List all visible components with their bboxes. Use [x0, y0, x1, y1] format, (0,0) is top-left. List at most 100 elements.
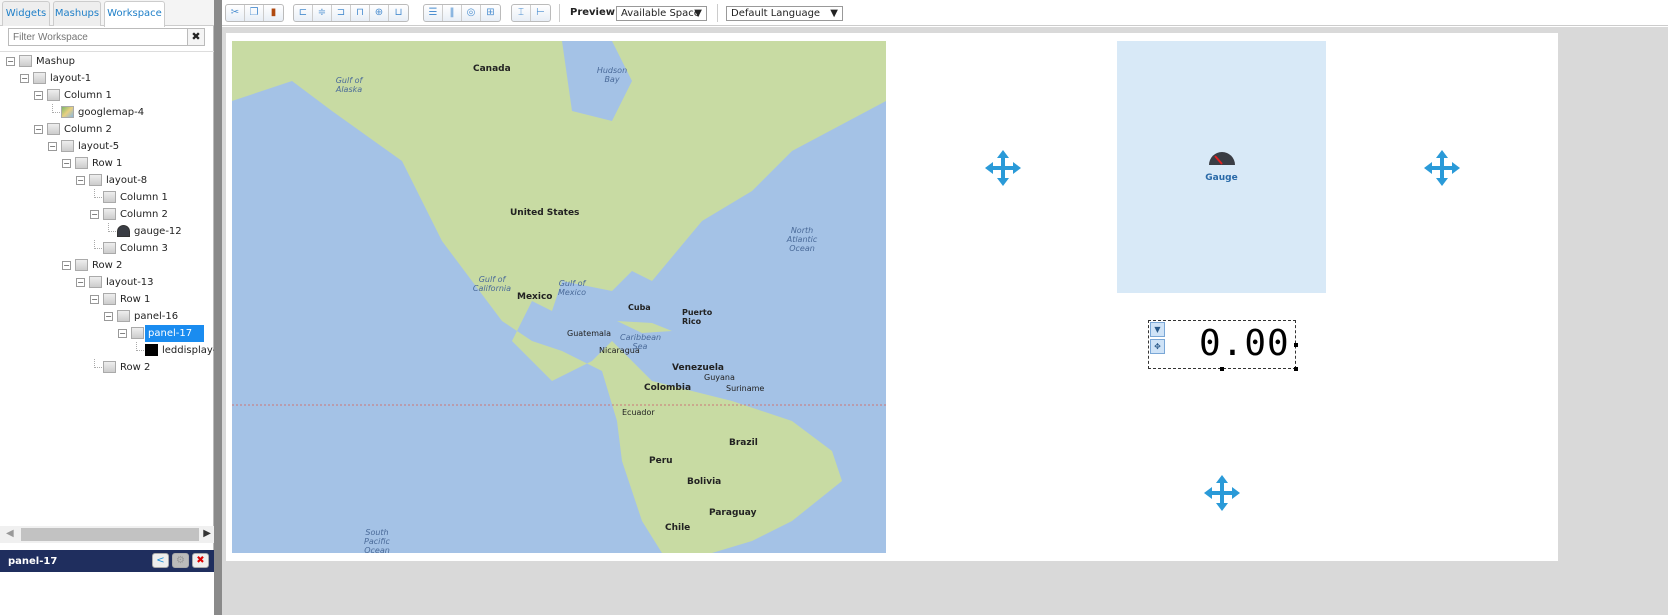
- tree-node[interactable]: googlemap-4: [0, 104, 214, 121]
- align-bottom-icon[interactable]: ⊔: [389, 5, 408, 21]
- panel-splitter[interactable]: [214, 0, 222, 615]
- map-label: Suriname: [726, 384, 765, 393]
- tree-node[interactable]: − Column 1: [0, 87, 214, 104]
- collapse-icon[interactable]: −: [76, 176, 85, 185]
- googlemap-widget[interactable]: Canada United States Mexico North Atlant…: [232, 41, 886, 553]
- gauge-widget[interactable]: Gauge: [1117, 41, 1326, 293]
- align-group: ⊏ ≑ ⊐ ⊓ ⊕ ⊔: [293, 4, 409, 22]
- map-label: Gulf of Mexico: [557, 279, 587, 297]
- collapse-icon[interactable]: −: [20, 74, 29, 83]
- move-icon[interactable]: [984, 149, 1022, 187]
- move-icon[interactable]: [1423, 149, 1461, 187]
- tree-node-label: layout-5: [78, 141, 120, 152]
- tab-mashups[interactable]: Mashups: [53, 1, 101, 26]
- align-left-icon[interactable]: ⊏: [294, 5, 313, 21]
- row-icon: [103, 361, 116, 373]
- paste-icon[interactable]: ▮: [264, 5, 283, 21]
- tree-node[interactable]: − layout-8: [0, 172, 214, 189]
- distribute-vertical-icon[interactable]: ☰: [424, 5, 443, 21]
- widget-menu-icon[interactable]: ▼: [1150, 322, 1165, 337]
- preview-size-value: Available Space: [621, 8, 700, 19]
- map-label: Guyana: [704, 373, 735, 382]
- preview-size-select[interactable]: Available Space ▼: [616, 6, 707, 21]
- horizontal-scrollbar[interactable]: ◀ ▶: [0, 526, 214, 543]
- tree-node[interactable]: − Row 2: [0, 257, 214, 274]
- gear-icon[interactable]: ⚙: [172, 553, 189, 568]
- tree-node[interactable]: Column 1: [0, 189, 214, 206]
- collapse-icon[interactable]: −: [76, 278, 85, 287]
- gauge-icon: [1209, 152, 1235, 165]
- tree-node-label: gauge-12: [134, 226, 182, 237]
- tree-node[interactable]: − Mashup: [0, 53, 214, 70]
- clear-filter-button[interactable]: ✖: [187, 28, 205, 46]
- tree-node[interactable]: − panel-17: [0, 325, 214, 342]
- tree-node-label: Column 2: [120, 209, 168, 220]
- workspace-tree: − Mashup − layout-1− Column 1 googlemap-4− Col…: [0, 51, 214, 516]
- widget-move-icon[interactable]: ✥: [1150, 339, 1165, 354]
- distribute-horizontal-icon[interactable]: ‖: [443, 5, 462, 21]
- size-group: ⌶ ⊢: [511, 4, 551, 22]
- collapse-icon[interactable]: −: [90, 210, 99, 219]
- tree-node[interactable]: − layout-1: [0, 70, 214, 87]
- scroll-thumb[interactable]: [21, 528, 199, 541]
- collapse-icon[interactable]: −: [34, 91, 43, 100]
- leddisplay-widget[interactable]: ▼ ✥ 0.00: [1148, 320, 1298, 371]
- grid-icon[interactable]: ⊞: [481, 5, 500, 21]
- panel-icon: [131, 327, 144, 339]
- same-height-icon[interactable]: ⌶: [512, 5, 531, 21]
- row-icon: [103, 293, 116, 305]
- tree-connector: [94, 240, 102, 249]
- tree-node-label: Column 3: [120, 243, 168, 254]
- tree-node-label: panel-17: [145, 325, 205, 342]
- tree-node[interactable]: − Column 2: [0, 206, 214, 223]
- scroll-left-icon[interactable]: ◀: [6, 528, 14, 539]
- tree-node-label: layout-8: [106, 175, 148, 186]
- align-top-icon[interactable]: ⊓: [351, 5, 370, 21]
- scroll-right-icon[interactable]: ▶: [203, 528, 211, 539]
- collapse-icon[interactable]: −: [48, 142, 57, 151]
- column-icon: [103, 242, 116, 254]
- column-icon: [103, 191, 116, 203]
- tree-node[interactable]: − panel-16: [0, 308, 214, 325]
- tree-node[interactable]: − Row 1: [0, 291, 214, 308]
- tree-node[interactable]: − layout-5: [0, 138, 214, 155]
- tab-workspace[interactable]: Workspace: [104, 1, 165, 27]
- collapse-icon[interactable]: −: [62, 159, 71, 168]
- filter-workspace-input[interactable]: [8, 28, 204, 46]
- collapse-icon[interactable]: −: [90, 295, 99, 304]
- map-label: Paraguay: [709, 508, 757, 518]
- column-icon: [103, 208, 116, 220]
- tree-connector: [94, 359, 102, 368]
- align-right-icon[interactable]: ⊐: [332, 5, 351, 21]
- language-select[interactable]: Default Language ▼: [726, 6, 843, 21]
- move-icon[interactable]: [1203, 474, 1241, 512]
- tab-widgets[interactable]: Widgets: [2, 1, 50, 26]
- share-icon[interactable]: <: [152, 553, 169, 568]
- column-icon: [47, 123, 60, 135]
- resize-handle[interactable]: [1220, 367, 1224, 371]
- tree-node[interactable]: − Column 2: [0, 121, 214, 138]
- tree-node[interactable]: − Row 1: [0, 155, 214, 172]
- align-center-icon[interactable]: ≑: [313, 5, 332, 21]
- resize-handle[interactable]: [1294, 367, 1298, 371]
- googlemap-icon: [61, 106, 74, 118]
- collapse-icon[interactable]: −: [34, 125, 43, 134]
- collapse-icon[interactable]: −: [62, 261, 71, 270]
- collapse-icon[interactable]: −: [6, 57, 15, 66]
- cut-icon[interactable]: ✂: [226, 5, 245, 21]
- collapse-icon[interactable]: −: [118, 329, 127, 338]
- close-icon[interactable]: ✖: [192, 553, 209, 568]
- align-middle-icon[interactable]: ⊕: [370, 5, 389, 21]
- tree-node[interactable]: Column 3: [0, 240, 214, 257]
- tree-node[interactable]: − layout-13: [0, 274, 214, 291]
- same-width-icon[interactable]: ⊢: [531, 5, 550, 21]
- tree-node[interactable]: Row 2: [0, 359, 214, 376]
- map-label: Guatemala: [567, 329, 612, 338]
- tree-node[interactable]: leddisplay-1: [0, 342, 214, 359]
- center-icon[interactable]: ◎: [462, 5, 481, 21]
- copy-icon[interactable]: ❐: [245, 5, 264, 21]
- collapse-icon[interactable]: −: [104, 312, 113, 321]
- map-label: Cuba: [628, 303, 651, 312]
- resize-handle[interactable]: [1294, 343, 1298, 347]
- tree-node[interactable]: gauge-12: [0, 223, 214, 240]
